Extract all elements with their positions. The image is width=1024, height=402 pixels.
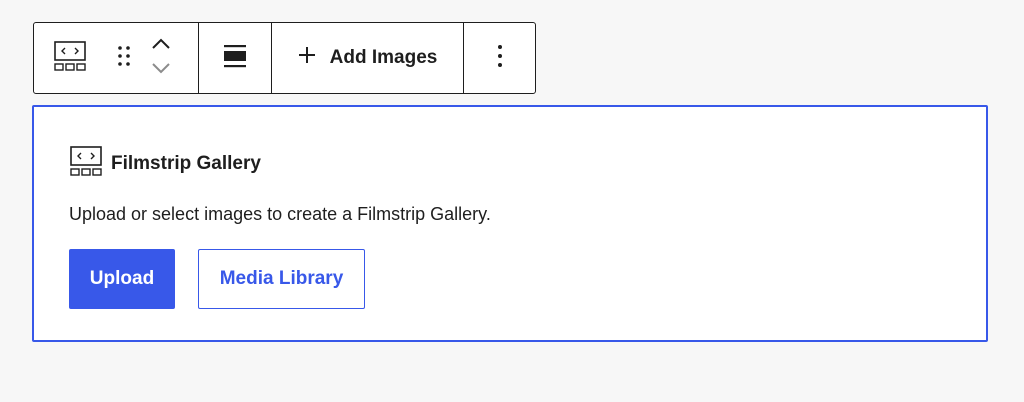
align-wide-icon [223, 44, 247, 73]
add-images-label: Add Images [329, 47, 438, 68]
options-group [464, 23, 535, 93]
block-controls-group [34, 23, 199, 93]
align-button[interactable] [223, 44, 247, 73]
drag-handle-button[interactable] [104, 23, 144, 93]
placeholder-header: Filmstrip Gallery [70, 146, 261, 181]
block-movers [144, 37, 178, 79]
placeholder-title: Filmstrip Gallery [111, 152, 261, 174]
alignment-group [199, 23, 272, 93]
block-toolbar: Add Images [33, 22, 536, 94]
chevron-up-icon [151, 37, 171, 55]
plus-icon [298, 46, 316, 70]
media-library-button[interactable]: Media Library [198, 249, 365, 309]
upload-button[interactable]: Upload [69, 249, 175, 309]
placeholder-instructions: Upload or select images to create a Film… [69, 204, 491, 224]
move-up-button[interactable] [151, 37, 171, 55]
more-vertical-icon [497, 44, 503, 73]
chevron-down-icon [151, 61, 171, 79]
move-down-button[interactable] [151, 61, 171, 79]
drag-handle-icon [116, 45, 132, 72]
options-button[interactable] [497, 44, 503, 73]
filmstrip-gallery-icon [54, 40, 86, 76]
filmstrip-gallery-placeholder: Filmstrip Gallery Upload or select image… [32, 105, 988, 342]
block-type-button[interactable] [54, 23, 104, 93]
add-images-button[interactable]: Add Images [298, 46, 438, 70]
add-images-group: Add Images [272, 23, 464, 93]
filmstrip-gallery-icon [70, 146, 102, 181]
